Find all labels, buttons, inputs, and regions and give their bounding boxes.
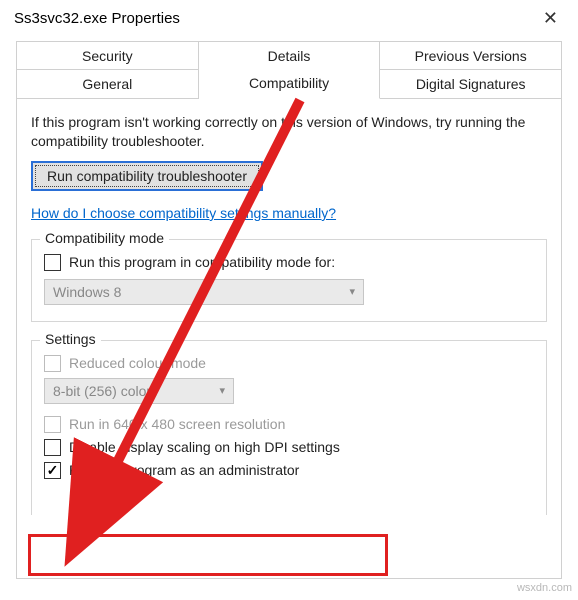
compat-mode-label: Run this program in compatibility mode f… (69, 254, 335, 270)
run-troubleshooter-button[interactable]: Run compatibility troubleshooter (31, 161, 263, 191)
tab-general[interactable]: General (16, 69, 199, 99)
reduced-colour-checkbox (44, 355, 61, 372)
chevron-down-icon: ▾ (219, 384, 225, 397)
compat-mode-select-value: Windows 8 (53, 284, 121, 300)
disable-dpi-checkbox[interactable] (44, 439, 61, 456)
close-icon[interactable]: ✕ (537, 8, 564, 29)
watermark: wsxdn.com (517, 582, 572, 594)
settings-legend: Settings (40, 331, 101, 347)
compat-mode-select: Windows 8 ▾ (44, 279, 364, 305)
compat-mode-legend: Compatibility mode (40, 230, 169, 246)
low-res-checkbox (44, 416, 61, 433)
colour-select: 8-bit (256) colour ▾ (44, 378, 234, 404)
reduced-colour-label: Reduced colour mode (69, 355, 206, 371)
tab-compatibility[interactable]: Compatibility (199, 69, 381, 99)
disable-dpi-label: Disable display scaling on high DPI sett… (69, 439, 340, 455)
tab-security[interactable]: Security (16, 41, 199, 70)
window-title: Ss3svc32.exe Properties (14, 10, 180, 27)
colour-select-value: 8-bit (256) colour (53, 383, 159, 399)
tab-content: If this program isn't working correctly … (16, 99, 562, 579)
chevron-down-icon: ▾ (349, 285, 355, 298)
settings-group: Settings Reduced colour mode 8-bit (256)… (31, 340, 547, 515)
compat-mode-checkbox[interactable] (44, 254, 61, 271)
tab-previous-versions[interactable]: Previous Versions (380, 41, 562, 70)
low-res-label: Run in 640 x 480 screen resolution (69, 416, 285, 432)
intro-text: If this program isn't working correctly … (31, 113, 547, 151)
run-as-admin-label: Run this program as an administrator (69, 462, 299, 478)
tab-digital-signatures[interactable]: Digital Signatures (380, 69, 562, 99)
compatibility-mode-group: Compatibility mode Run this program in c… (31, 239, 547, 322)
help-link[interactable]: How do I choose compatibility settings m… (31, 205, 336, 221)
run-as-admin-checkbox[interactable] (44, 462, 61, 479)
tab-details[interactable]: Details (199, 41, 381, 70)
